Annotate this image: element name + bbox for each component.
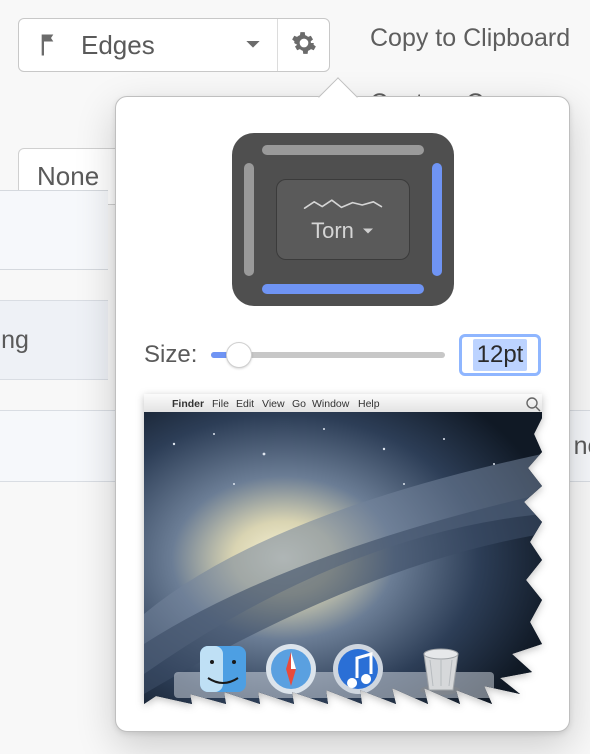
slider-thumb[interactable] — [226, 342, 252, 368]
chevron-down-icon — [362, 223, 374, 239]
row-text-fragment: ling — [0, 326, 29, 355]
dock-safari-icon — [266, 644, 316, 694]
svg-text:File: File — [212, 398, 229, 410]
row-text-fragment-2: nc — [574, 432, 590, 461]
edge-right-toggle[interactable] — [432, 163, 442, 276]
edges-dropdown-label: Edges — [81, 30, 231, 61]
edges-settings-button[interactable] — [277, 19, 329, 71]
edge-bottom-toggle[interactable] — [262, 284, 424, 294]
dock-trash-icon — [420, 649, 460, 695]
size-slider[interactable] — [211, 341, 445, 369]
svg-text:Window: Window — [312, 398, 350, 410]
bg-row-fragment: ling — [0, 300, 108, 380]
svg-text:Help: Help — [358, 398, 380, 410]
edges-dropdown-button[interactable]: Edges — [19, 19, 277, 71]
torn-preview-icon — [303, 196, 383, 214]
svg-text:Finder: Finder — [172, 398, 204, 410]
edges-combo: Edges — [18, 18, 330, 72]
edge-left-toggle[interactable] — [244, 163, 254, 276]
none-dropdown-label: None — [37, 161, 99, 191]
edges-bookmark-icon — [35, 29, 67, 61]
svg-text:Edit: Edit — [236, 398, 254, 410]
bg-strip — [0, 190, 108, 270]
dock-finder-icon — [200, 646, 246, 692]
edge-selector-widget: Torn — [232, 133, 454, 306]
edge-top-toggle[interactable] — [262, 145, 424, 155]
svg-text:View: View — [262, 398, 285, 410]
size-input-value: 12pt — [473, 339, 528, 371]
edge-style-label: Torn — [311, 218, 354, 244]
gear-icon — [291, 30, 317, 61]
size-label: Size: — [144, 341, 197, 369]
edges-popover: Torn Size: 12pt — [115, 96, 570, 732]
size-input[interactable]: 12pt — [459, 334, 541, 376]
edge-style-dropdown[interactable]: Torn — [276, 179, 410, 260]
preview-image: Finder File Edit View Go Window Help — [144, 394, 542, 704]
size-row: Size: 12pt — [144, 334, 541, 376]
chevron-down-icon — [245, 35, 261, 56]
svg-text:Go: Go — [292, 398, 306, 410]
copy-to-clipboard-action[interactable]: Copy to Clipboard — [370, 24, 570, 53]
dock-itunes-icon — [333, 644, 383, 694]
